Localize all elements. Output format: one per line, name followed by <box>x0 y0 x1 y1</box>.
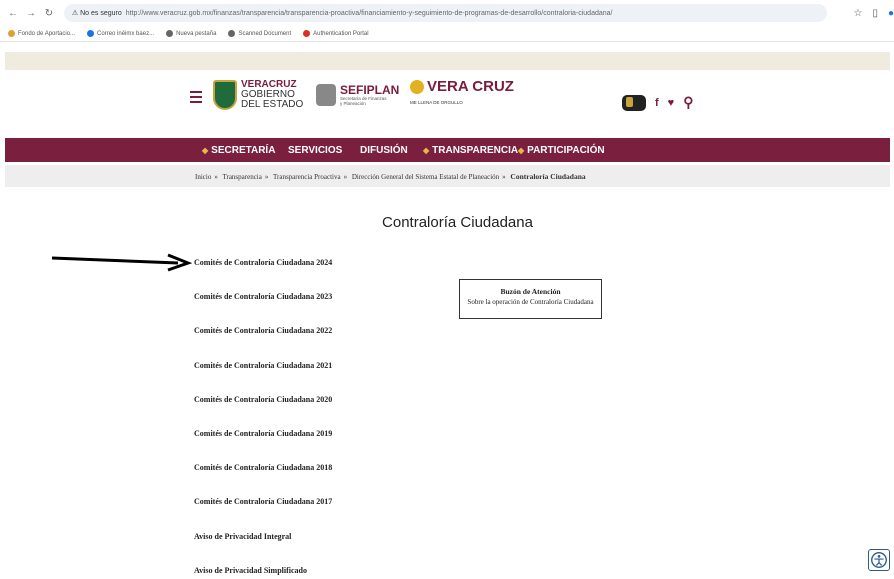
star-icon[interactable]: ☆ <box>853 8 862 19</box>
vera-cruz-logo[interactable]: VERA CRUZ ME LLENA DE ORGULLO <box>410 79 514 105</box>
site-header: VERACRUZ GOBIERNO DEL ESTADO SEFIPLAN Se… <box>5 70 890 138</box>
link-comites-2018[interactable]: Comités de Contraloría Ciudadana 2018 <box>194 463 332 472</box>
accessibility-icon[interactable] <box>868 549 890 571</box>
diamond-icon: ◆ <box>518 146 525 155</box>
page-title: Contraloría Ciudadana <box>382 214 533 231</box>
facebook-icon[interactable]: f <box>655 97 659 109</box>
link-aviso-simplificado[interactable]: Aviso de Privacidad Simplificado <box>194 566 307 575</box>
bookmarks-bar: Fondo de Aportacio... Correo inéimx baez… <box>0 26 894 42</box>
menu-icon[interactable] <box>190 91 202 103</box>
bookmark-icon <box>8 30 15 37</box>
bookmark-3[interactable]: Nueva pestaña <box>166 30 216 37</box>
main-nav: ◆ SECRETARÍA SERVICIOS DIFUSIÓN ◆ TRANSPAR… <box>5 138 890 162</box>
link-comites-2024[interactable]: Comités de Contraloría Ciudadana 2024 <box>194 258 332 267</box>
buzon-atencion-box[interactable]: Buzón de Atención Sobre la operación de … <box>459 279 602 319</box>
bookmark-icon <box>303 30 311 37</box>
link-comites-2022[interactable]: Comités de Contraloría Ciudadana 2022 <box>194 326 332 335</box>
globe-icon <box>166 30 174 37</box>
arrow-annotation <box>51 253 193 272</box>
nav-participacion[interactable]: ◆ PARTICIPACIÓN <box>518 145 605 156</box>
reload-icon[interactable]: ↻ <box>44 8 54 19</box>
bookmark-4[interactable]: Scanned Document <box>228 30 291 37</box>
security-label[interactable]: ⚠ No es seguro <box>72 9 122 17</box>
seal-icon <box>316 84 336 106</box>
diamond-icon: ◆ <box>202 146 209 155</box>
profile-icon[interactable]: ● <box>888 8 894 19</box>
nav-difusion[interactable]: DIFUSIÓN <box>360 145 408 156</box>
nav-secretaria[interactable]: ◆ SECRETARÍA <box>202 145 275 156</box>
social-links: f ♥ ⚲ <box>622 94 693 111</box>
buzon-title: Buzón de Atención <box>500 287 561 296</box>
breadcrumb-item[interactable]: Inicio <box>195 173 211 181</box>
link-comites-2017[interactable]: Comités de Contraloría Ciudadana 2017 <box>194 497 332 506</box>
link-comites-2020[interactable]: Comités de Contraloría Ciudadana 2020 <box>194 395 332 404</box>
breadcrumb: Inicio» Transparencia» Transparencia Pro… <box>5 165 890 187</box>
sidepanel-icon[interactable]: ▯ <box>872 8 878 19</box>
breadcrumb-current: Contraloría Ciudadana <box>510 171 586 181</box>
back-icon[interactable]: ← <box>8 8 18 19</box>
sefiplan-logo[interactable]: SEFIPLAN Secretaría de Finanzas y Planea… <box>316 84 399 106</box>
link-comites-2023[interactable]: Comités de Contraloría Ciudadana 2023 <box>194 292 332 301</box>
diamond-icon: ◆ <box>423 146 430 155</box>
forward-icon[interactable]: → <box>26 8 36 19</box>
url-text[interactable]: http://www.veracruz.gob.mx/finanzas/tran… <box>126 10 613 17</box>
globe-icon <box>228 30 236 37</box>
bookmark-2[interactable]: Correo inéimx baez... <box>87 30 154 37</box>
top-strip <box>5 52 890 70</box>
bookmark-1[interactable]: Fondo de Aportacio... <box>8 30 75 37</box>
shield-icon <box>213 80 237 110</box>
link-comites-2021[interactable]: Comités de Contraloría Ciudadana 2021 <box>194 361 332 370</box>
breadcrumb-item[interactable]: Dirección General del Sistema Estatal de… <box>352 173 499 181</box>
bookmark-5[interactable]: Authentication Portal <box>303 30 369 37</box>
bookmark-icon <box>87 30 95 37</box>
nav-transparencia[interactable]: ◆ TRANSPARENCIA <box>423 145 518 156</box>
breadcrumb-item[interactable]: Transparencia Proactiva <box>273 173 341 181</box>
browser-toolbar: ← → ↻ ⚠ No es seguro http://www.veracruz… <box>0 0 894 26</box>
nav-servicios[interactable]: SERVICIOS <box>288 145 342 156</box>
veracruz-logo[interactable]: VERACRUZ GOBIERNO DEL ESTADO <box>213 80 303 110</box>
link-aviso-integral[interactable]: Aviso de Privacidad Integral <box>194 532 291 541</box>
link-comites-2019[interactable]: Comités de Contraloría Ciudadana 2019 <box>194 429 332 438</box>
twitter-icon[interactable]: ♥ <box>668 97 675 109</box>
buzon-subtitle: Sobre la operación de Contraloría Ciudad… <box>467 298 594 306</box>
search-icon[interactable]: ⚲ <box>683 94 693 111</box>
breadcrumb-item[interactable]: Transparencia <box>222 173 261 181</box>
flower-icon <box>410 80 424 94</box>
address-bar[interactable]: ⚠ No es seguro http://www.veracruz.gob.m… <box>63 4 828 22</box>
mascot-icon[interactable] <box>622 94 646 111</box>
